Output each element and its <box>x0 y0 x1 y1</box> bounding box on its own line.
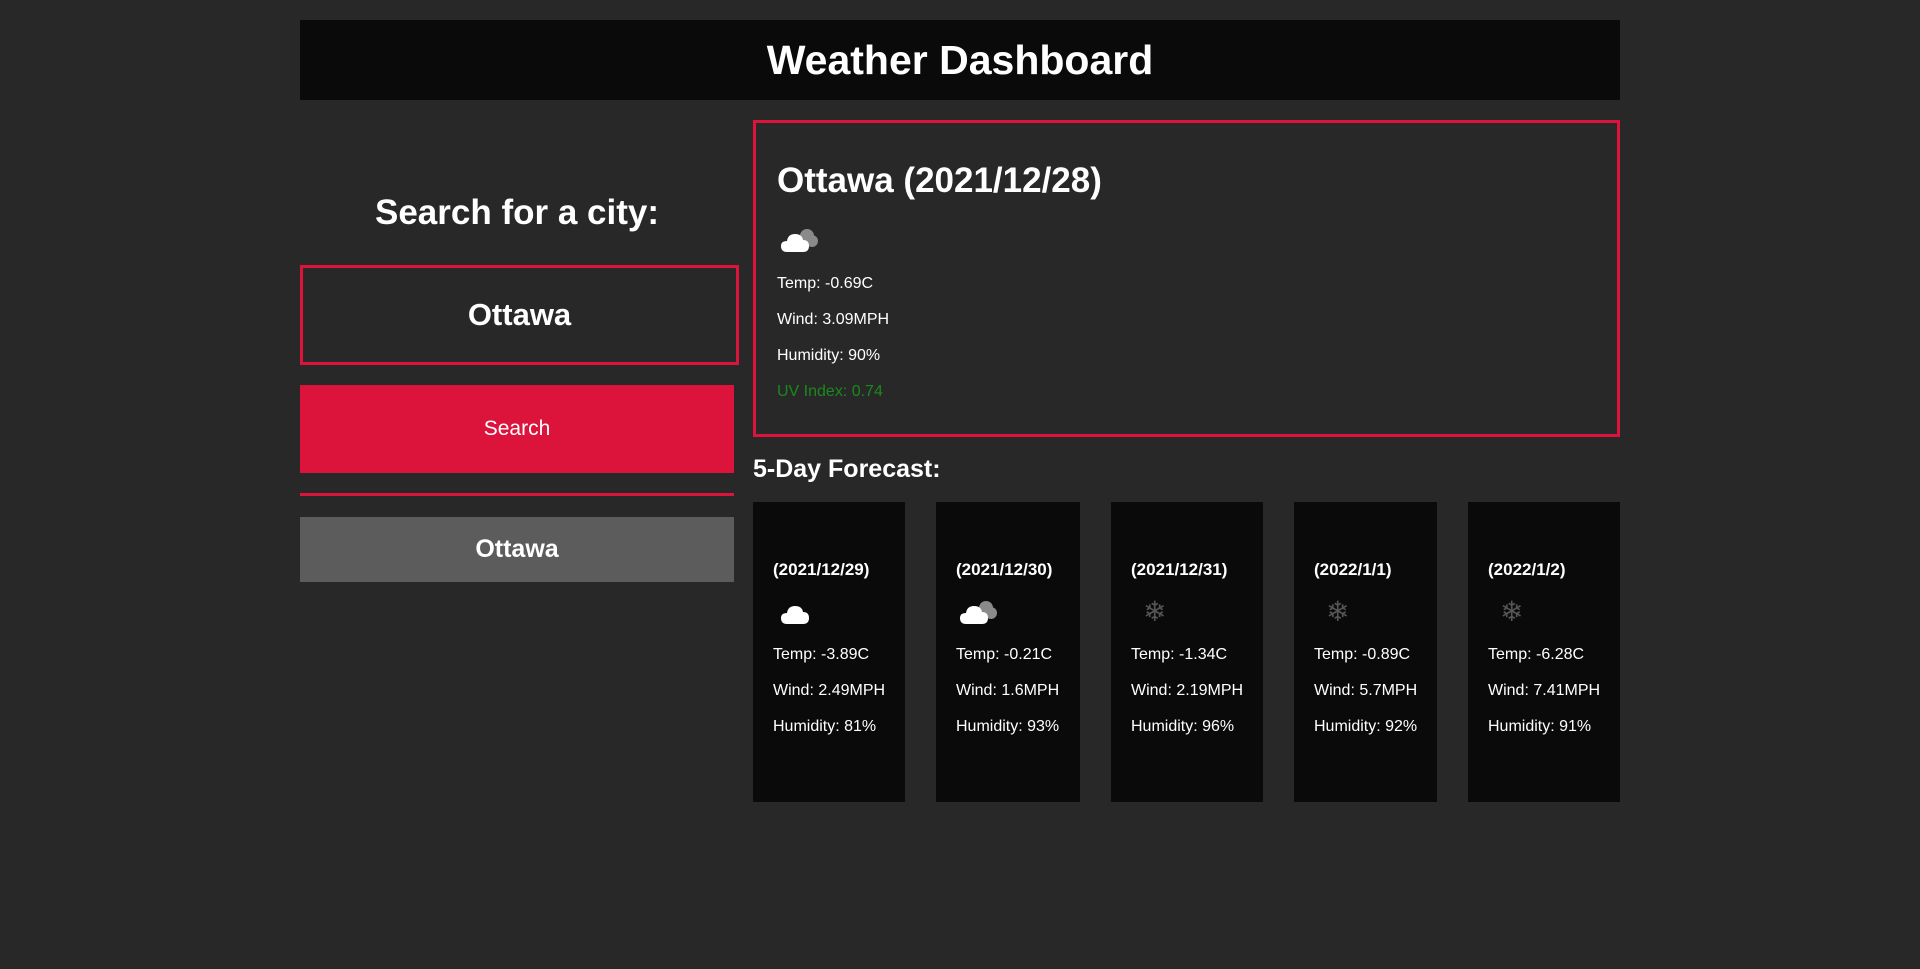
divider <box>300 493 734 496</box>
cloudy-icon <box>956 592 1080 632</box>
search-button[interactable]: Search <box>300 385 734 473</box>
forecast-wind: Wind: 2.19MPH <box>1131 682 1244 699</box>
current-city-title: Ottawa (2021/12/28) <box>777 161 1102 200</box>
forecast-wind: Wind: 7.41MPH <box>1488 682 1601 699</box>
forecast-temp: Temp: -0.89C <box>1314 646 1411 663</box>
cloudy-icon <box>777 219 1617 261</box>
snow-icon: ❄ <box>1500 596 1524 627</box>
current-temp: Temp: -0.69C <box>777 275 874 292</box>
forecast-heading: 5-Day Forecast: <box>753 455 941 483</box>
forecast-humidity: Humidity: 96% <box>1131 718 1235 735</box>
cloud-icon <box>773 592 905 632</box>
forecast-card: (2021/12/29) Temp: -3.89C Wind: 2.49MPH … <box>753 502 905 802</box>
header: Weather Dashboard <box>300 20 1620 100</box>
page-title: Weather Dashboard <box>766 36 1154 83</box>
snow-icon: ❄ <box>1143 596 1167 627</box>
forecast-wind: Wind: 1.6MPH <box>956 682 1060 699</box>
current-weather-panel: Ottawa (2021/12/28) Temp: -0.69C Wind: 3… <box>753 120 1620 437</box>
forecast-date: (2021/12/31) <box>1131 560 1228 579</box>
forecast-card: (2022/1/2) ❄ Temp: -6.28C Wind: 7.41MPH … <box>1468 502 1620 802</box>
forecast-temp: Temp: -0.21C <box>956 646 1053 663</box>
forecast-humidity: Humidity: 91% <box>1488 718 1592 735</box>
search-heading: Search for a city: <box>375 193 659 232</box>
current-uv-index: UV Index: 0.74 <box>777 383 883 400</box>
forecast-date: (2021/12/30) <box>956 560 1053 579</box>
forecast-wind: Wind: 5.7MPH <box>1314 682 1418 699</box>
forecast-date: (2021/12/29) <box>773 560 870 579</box>
forecast-temp: Temp: -1.34C <box>1131 646 1228 663</box>
forecast-temp: Temp: -6.28C <box>1488 646 1585 663</box>
forecast-wind: Wind: 2.49MPH <box>773 682 886 699</box>
history-button-ottawa[interactable]: Ottawa <box>300 517 734 582</box>
forecast-card: (2021/12/30) Temp: -0.21C Wind: 1.6MPH H… <box>936 502 1080 802</box>
current-wind: Wind: 3.09MPH <box>777 311 890 328</box>
forecast-humidity: Humidity: 92% <box>1314 718 1418 735</box>
forecast-card: (2022/1/1) ❄ Temp: -0.89C Wind: 5.7MPH H… <box>1294 502 1437 802</box>
snow-icon: ❄ <box>1326 596 1350 627</box>
forecast-date: (2022/1/2) <box>1488 560 1566 579</box>
forecast-humidity: Humidity: 81% <box>773 718 877 735</box>
current-humidity: Humidity: 90% <box>777 347 881 364</box>
forecast-temp: Temp: -3.89C <box>773 646 870 663</box>
forecast-card: (2021/12/31) ❄ Temp: -1.34C Wind: 2.19MP… <box>1111 502 1263 802</box>
forecast-date: (2022/1/1) <box>1314 560 1392 579</box>
city-search-input[interactable] <box>300 265 739 365</box>
forecast-humidity: Humidity: 93% <box>956 718 1060 735</box>
